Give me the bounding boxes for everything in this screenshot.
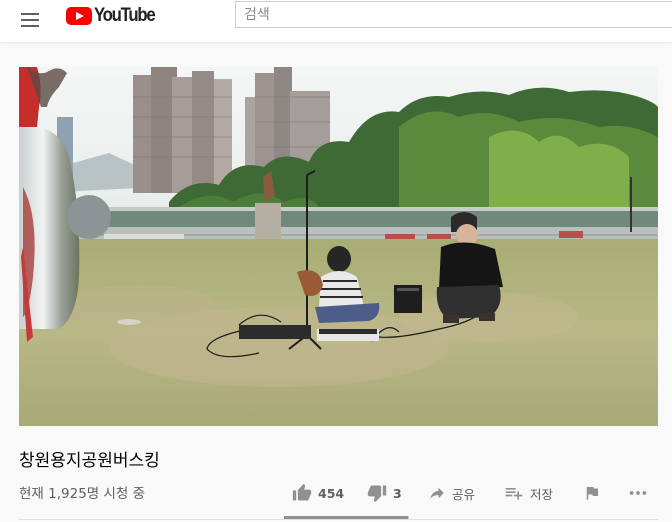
- share-button[interactable]: 공유: [428, 482, 475, 504]
- save-label: 저장: [530, 486, 554, 502]
- share-label: 공유: [452, 486, 476, 502]
- youtube-logo-icon: [66, 7, 92, 25]
- save-button[interactable]: 저장: [504, 482, 553, 504]
- video-frame: [19, 67, 658, 426]
- playlist-add-icon: [505, 488, 523, 500]
- masthead: YouTube: [0, 0, 672, 42]
- report-button[interactable]: [583, 482, 601, 504]
- search-input[interactable]: [235, 1, 672, 28]
- dislike-count: 3: [393, 485, 402, 501]
- video-title: 창원용지공원버스킹: [19, 451, 160, 471]
- share-icon: [430, 487, 444, 499]
- like-button[interactable]: 454: [292, 482, 344, 504]
- menu-icon[interactable]: [20, 9, 42, 31]
- like-count: 454: [318, 485, 345, 501]
- video-player[interactable]: [19, 67, 658, 426]
- more-horiz-icon: [629, 491, 647, 495]
- logo-text: YouTube: [94, 5, 156, 26]
- dislike-button[interactable]: 3: [367, 482, 402, 504]
- thumbs-down-icon: [367, 485, 387, 503]
- view-count: 현재 1,925명 시청 중: [19, 486, 146, 502]
- youtube-logo[interactable]: YouTube: [66, 5, 163, 26]
- thumbs-up-icon: [292, 483, 312, 501]
- divider: [19, 519, 658, 520]
- flag-icon: [586, 487, 598, 500]
- more-button[interactable]: [627, 482, 649, 504]
